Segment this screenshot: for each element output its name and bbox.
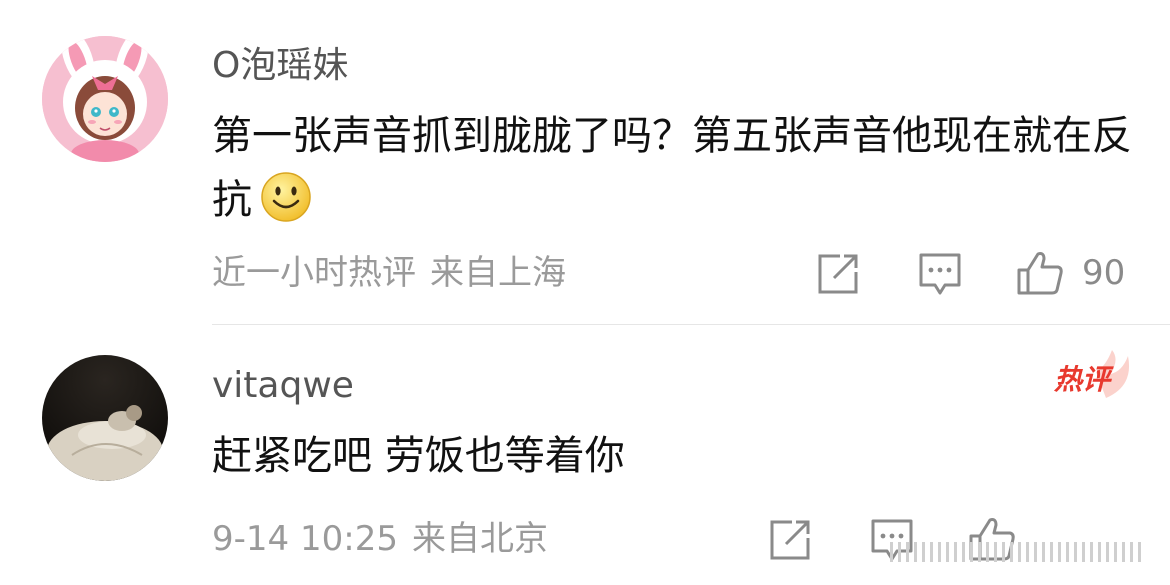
comment-text-body: 第一张声音抓到胧胧了吗？第五张声音他现在就在反抗 bbox=[212, 113, 1132, 223]
smile-emoji-icon bbox=[260, 171, 312, 223]
share-edit-icon[interactable] bbox=[768, 518, 812, 562]
comment-location: 来自北京 bbox=[411, 519, 548, 559]
username[interactable]: vitaqwe bbox=[212, 368, 354, 404]
hot-comment-badge: 热评 bbox=[1046, 348, 1136, 402]
comment-location: 来自上海 bbox=[430, 253, 566, 293]
comment-text: 赶紧吃吧 劳饭也等着你 bbox=[212, 424, 1142, 488]
comment-meta: 9-14 10:25 来自北京 bbox=[212, 522, 548, 556]
dark-photo-avatar-image bbox=[42, 355, 168, 481]
anime-bunny-avatar-image bbox=[42, 36, 168, 162]
comment-meta: 近一小时热评 来自上海 bbox=[212, 256, 566, 290]
share-edit-icon[interactable] bbox=[816, 252, 860, 296]
comment-time: 近一小时热评 bbox=[212, 253, 416, 293]
comment-text-body: 赶紧吃吧 劳饭也等着你 bbox=[212, 433, 625, 479]
thumbs-up-icon[interactable] bbox=[1016, 250, 1064, 296]
avatar[interactable] bbox=[42, 36, 168, 162]
comment-item: O泡瑶妹 第一张声音抓到胧胧了吗？第五张声音他现在就在反抗 近一小时热评 来自上海 bbox=[0, 0, 1170, 324]
like-count: 90 bbox=[1082, 253, 1126, 293]
watermark-overlay bbox=[890, 540, 1160, 564]
avatar[interactable] bbox=[42, 355, 168, 481]
comment-text: 第一张声音抓到胧胧了吗？第五张声音他现在就在反抗 bbox=[212, 104, 1142, 232]
comment-time: 9-14 10:25 bbox=[212, 519, 398, 559]
hot-comment-label: 热评 bbox=[1054, 363, 1111, 396]
username[interactable]: O泡瑶妹 bbox=[212, 48, 348, 84]
comment-bubble-icon[interactable] bbox=[918, 252, 962, 298]
